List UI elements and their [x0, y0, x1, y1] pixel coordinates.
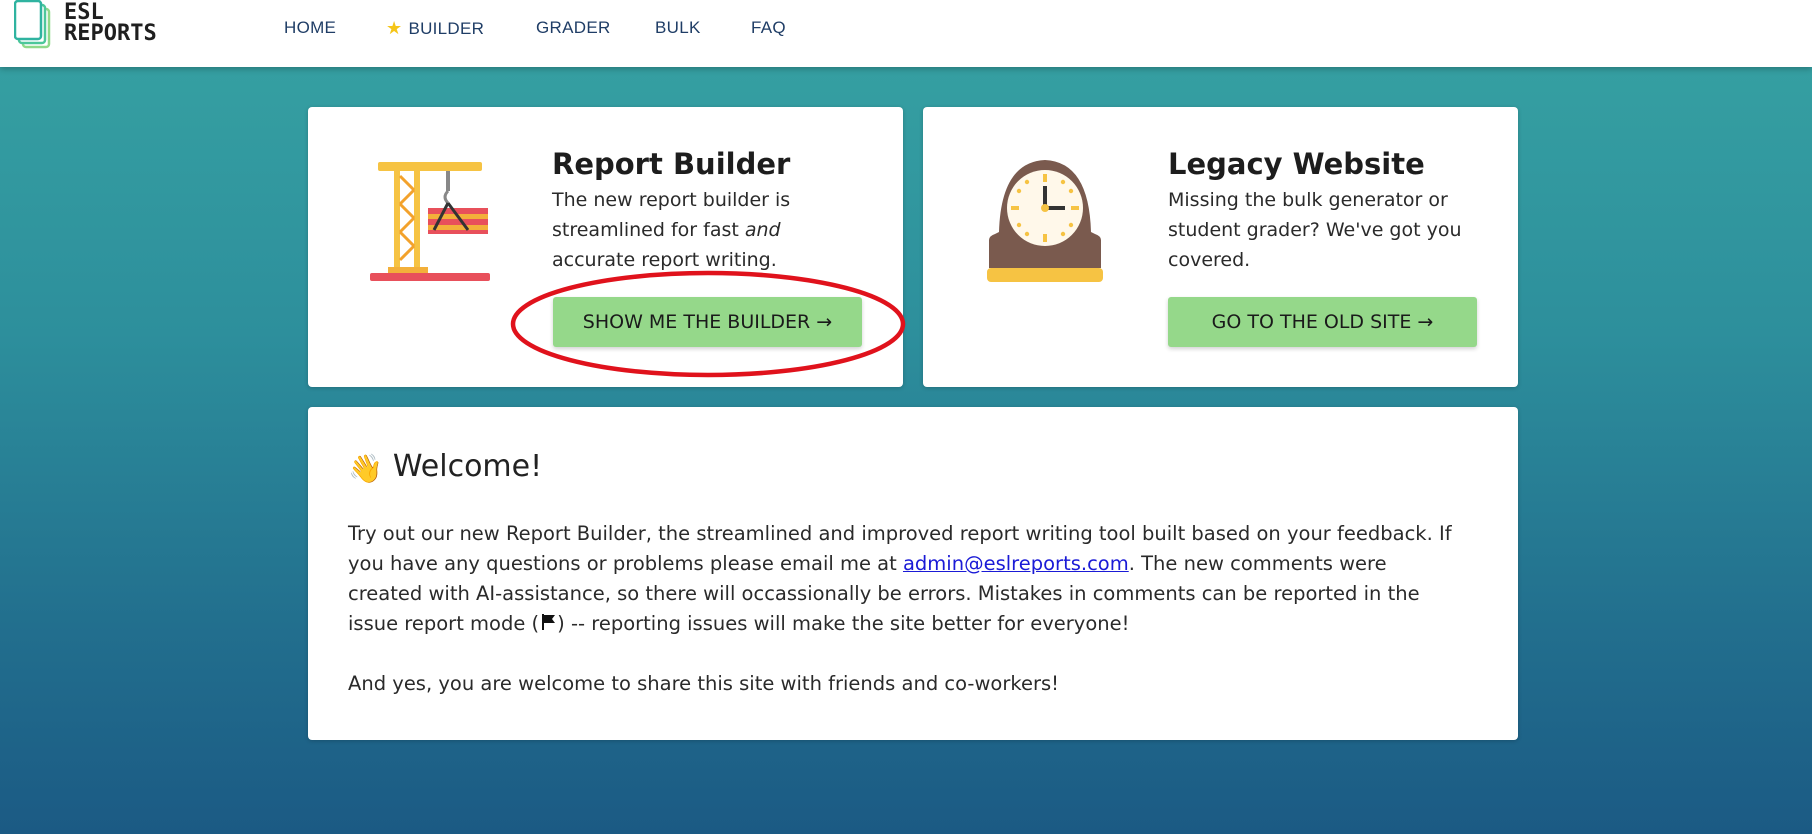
logo-line-2: REPORTS [64, 21, 157, 46]
logo-text: ESL REPORTS [64, 0, 157, 46]
star-icon: ★ [386, 18, 403, 38]
logo-line-1: ESL [64, 0, 104, 25]
report-builder-card: Report Builder The new report builder is… [308, 107, 903, 387]
nav-grader-label: GRADER [536, 18, 611, 37]
report-builder-desc-part2: accurate report writing. [552, 249, 777, 271]
welcome-body: Try out our new Report Builder, the stre… [348, 519, 1458, 699]
flag-icon [542, 614, 556, 630]
nav-faq-label: FAQ [751, 18, 786, 37]
welcome-p1-part3: ) -- reporting issues will make the site… [557, 612, 1130, 635]
admin-email-link[interactable]: admin@eslreports.com [903, 552, 1129, 575]
nav-grader[interactable]: GRADER [536, 18, 611, 40]
waving-hand-icon: 👋 [348, 452, 383, 485]
crane-icon [370, 162, 490, 281]
mantel-clock-icon [987, 160, 1103, 282]
welcome-heading: 👋 Welcome! [348, 449, 542, 485]
nav-builder-label: BUILDER [408, 19, 485, 38]
nav-faq[interactable]: FAQ [751, 18, 786, 40]
welcome-card: 👋 Welcome! Try out our new Report Builder… [308, 407, 1518, 740]
welcome-paragraph-1: Try out our new Report Builder, the stre… [348, 519, 1458, 639]
welcome-title-text: Welcome! [392, 449, 543, 484]
report-builder-title: Report Builder [552, 147, 791, 181]
report-builder-description: The new report builder is streamlined fo… [552, 185, 812, 275]
show-builder-button[interactable]: SHOW ME THE BUILDER → [553, 297, 862, 347]
legacy-website-description: Missing the bulk generator or student gr… [1168, 189, 1462, 271]
nav-home[interactable]: HOME [284, 18, 336, 40]
nav-builder[interactable]: ★ BUILDER [386, 18, 484, 40]
legacy-website-title: Legacy Website [1168, 147, 1425, 181]
nav-home-label: HOME [284, 18, 337, 37]
site-logo[interactable]: ESL REPORTS [14, 0, 194, 52]
nav-bulk[interactable]: BULK [655, 18, 701, 40]
nav-bulk-label: BULK [655, 18, 701, 37]
report-builder-desc-emphasis: and [744, 219, 781, 241]
top-navbar: ESL REPORTS HOME ★ BUILDER GRADER BULK FA… [0, 0, 1812, 67]
legacy-website-card: Legacy Website Missing the bulk generato… [923, 107, 1518, 387]
logo-pages-icon [14, 0, 51, 49]
welcome-paragraph-2: And yes, you are welcome to share this s… [348, 672, 1059, 695]
go-to-old-site-button[interactable]: GO TO THE OLD SITE → [1168, 297, 1477, 347]
